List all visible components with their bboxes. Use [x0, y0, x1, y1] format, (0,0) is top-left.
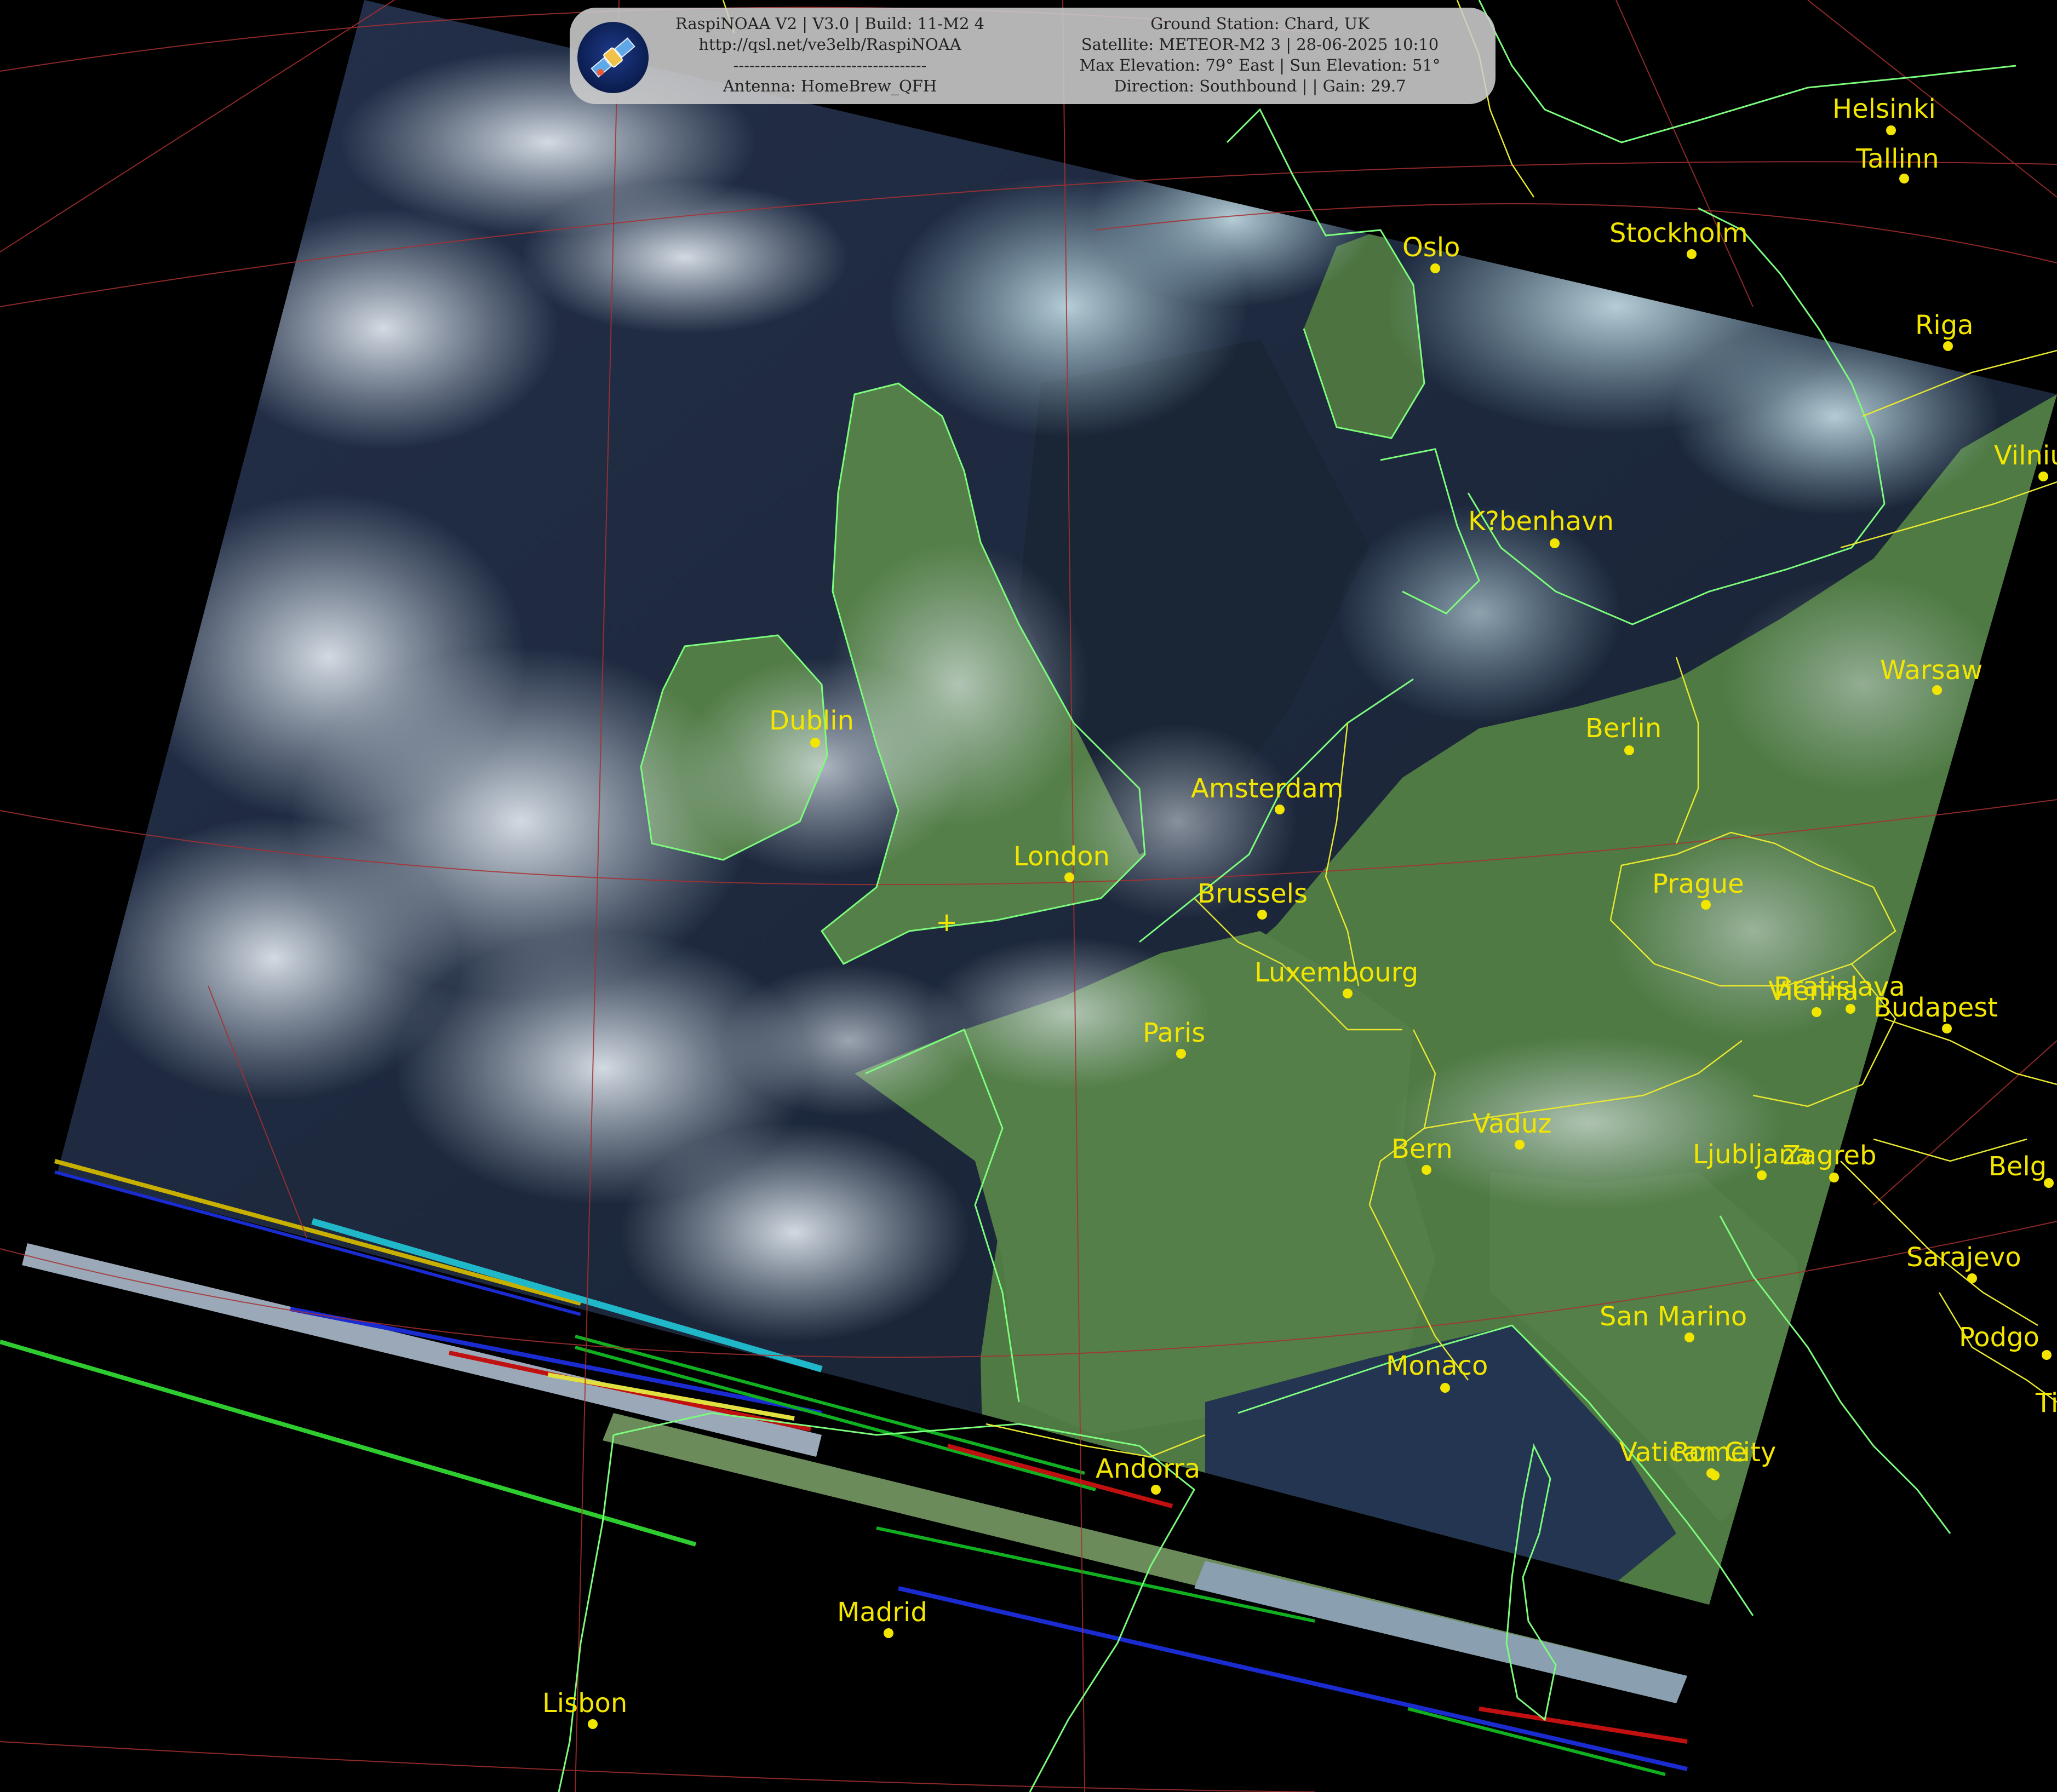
- svg-text:Berlin: Berlin: [1585, 713, 1661, 744]
- svg-text:Vilniu: Vilniu: [1994, 440, 2057, 471]
- header-antenna: Antenna: HomeBrew_QFH: [723, 77, 937, 95]
- svg-text:Tallinn: Tallinn: [1855, 143, 1939, 174]
- ground-station-marker: +: [936, 907, 958, 938]
- svg-text:Zagreb: Zagreb: [1783, 1140, 1876, 1171]
- svg-text:Sarajevo: Sarajevo: [1906, 1242, 2021, 1273]
- satellite-icon: [577, 22, 649, 93]
- svg-text:Monaco: Monaco: [1386, 1351, 1488, 1381]
- svg-text:Andorra: Andorra: [1096, 1454, 1200, 1484]
- svg-text:Belg: Belg: [1989, 1151, 2047, 1182]
- svg-text:Luxembourg: Luxembourg: [1254, 957, 1418, 988]
- svg-text:Dublin: Dublin: [769, 705, 854, 736]
- satellite-map: + Helsinki Tallinn Stockholm Oslo Riga V…: [0, 0, 2057, 1792]
- header-url: http://qsl.net/ve3elb/RaspiNOAA: [698, 35, 961, 54]
- svg-text:San Marino: San Marino: [1600, 1301, 1747, 1332]
- pass-info-header: RaspiNOAA V2 | V3.0 | Build: 11-M2 4 htt…: [570, 8, 1496, 104]
- svg-text:Prague: Prague: [1652, 869, 1744, 899]
- svg-text:Vaduz: Vaduz: [1472, 1108, 1552, 1139]
- svg-text:Bern: Bern: [1391, 1134, 1453, 1164]
- svg-text:Budapest: Budapest: [1873, 992, 1998, 1023]
- svg-text:Stockholm: Stockholm: [1609, 218, 1748, 249]
- svg-text:Podgo: Podgo: [1959, 1322, 2039, 1353]
- header-separator: ------------------------------------: [733, 56, 927, 74]
- header-station-info: RaspiNOAA V2 | V3.0 | Build: 11-M2 4 htt…: [652, 13, 1008, 96]
- svg-text:Warsaw: Warsaw: [1880, 655, 1982, 686]
- svg-text:Paris: Paris: [1143, 1018, 1205, 1048]
- header-satellite: Satellite: METEOR-M2 3 | 28-06-2025 10:1…: [1081, 35, 1439, 54]
- svg-text:Brussels: Brussels: [1197, 878, 1308, 909]
- city-tirana: Ti: [2035, 1388, 2057, 1418]
- svg-text:K?benhavn: K?benhavn: [1468, 506, 1614, 537]
- header-direction-gain: Direction: Southbound | | Gain: 29.7: [1114, 77, 1406, 95]
- header-pass-info: Ground Station: Chard, UK Satellite: MET…: [1035, 13, 1485, 96]
- svg-text:Oslo: Oslo: [1402, 232, 1460, 263]
- header-ground-station: Ground Station: Chard, UK: [1150, 14, 1370, 33]
- header-software-version: RaspiNOAA V2 | V3.0 | Build: 11-M2 4: [675, 14, 985, 33]
- svg-text:Ti: Ti: [2035, 1388, 2057, 1418]
- header-elevation: Max Elevation: 79° East | Sun Elevation:…: [1079, 56, 1441, 74]
- svg-text:London: London: [1013, 841, 1110, 872]
- svg-text:Rome: Rome: [1672, 1437, 1747, 1468]
- svg-text:Helsinki: Helsinki: [1832, 94, 1936, 124]
- svg-text:Riga: Riga: [1915, 310, 1974, 341]
- svg-text:Lisbon: Lisbon: [542, 1688, 627, 1719]
- svg-text:Madrid: Madrid: [837, 1597, 927, 1628]
- svg-text:Amsterdam: Amsterdam: [1191, 773, 1343, 804]
